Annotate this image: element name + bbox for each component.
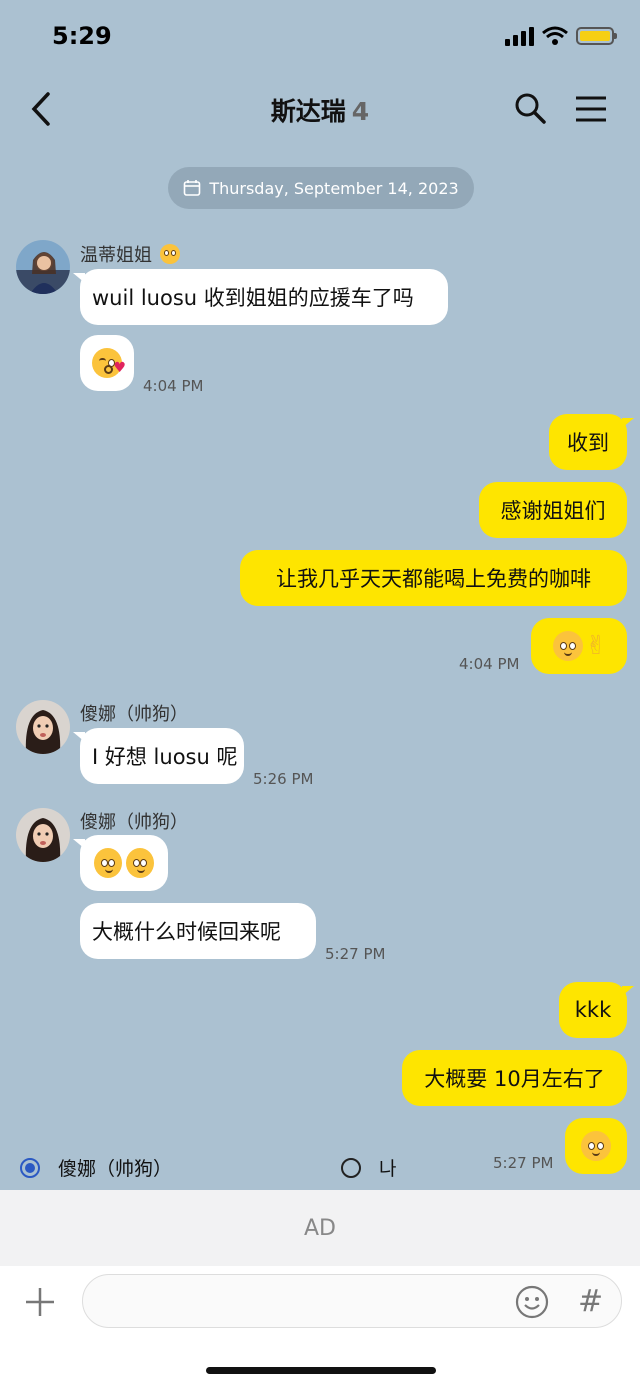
message-text: 收到 <box>567 431 609 455</box>
message-time: 5:27 PM <box>493 1154 554 1172</box>
hashtag-icon[interactable]: # <box>578 1284 603 1319</box>
radio-selected[interactable] <box>20 1157 40 1178</box>
message-text: kkk <box>574 998 612 1022</box>
avatar[interactable] <box>16 808 70 862</box>
my-message-bubble[interactable]: 收到 <box>549 414 634 470</box>
avatar[interactable] <box>16 700 70 754</box>
home-indicator[interactable] <box>206 1367 436 1374</box>
battery-icon <box>576 27 617 45</box>
my-message-bubble[interactable]: ✌ <box>531 618 627 674</box>
speaker-label: 傻娜（帅狗） <box>58 1158 173 1180</box>
message-text: 让我几乎天天都能喝上免费的咖啡 <box>276 567 591 591</box>
message-time: 4:04 PM <box>143 377 204 395</box>
message-text: I 好想 luosu 呢 <box>92 745 238 769</box>
member-count: 4 <box>351 97 370 126</box>
speaker-label: 나 <box>379 1158 397 1180</box>
ad-banner[interactable]: AD <box>0 1190 640 1266</box>
my-message-bubble[interactable]: kkk <box>559 982 634 1038</box>
my-message-bubble[interactable]: 感谢姐姐们 <box>479 482 627 538</box>
plus-icon[interactable] <box>24 1286 56 1318</box>
pleading-face-icon <box>126 848 154 878</box>
speaker-option-1[interactable]: 傻娜（帅狗） <box>20 1154 172 1181</box>
ok-hand-icon: ✌ <box>585 631 607 661</box>
message-time: 5:27 PM <box>325 945 386 963</box>
chat-name: 斯达瑞 <box>270 97 346 126</box>
date-text: Thursday, September 14, 2023 <box>209 178 459 198</box>
message-text: wuil luosu 收到姐姐的应援车了吗 <box>92 286 414 310</box>
message-text: 感谢姐姐们 <box>500 499 606 523</box>
search-icon[interactable] <box>512 90 548 126</box>
message-text: 大概什么时候回来呢 <box>92 920 281 944</box>
radio-unselected[interactable] <box>341 1157 361 1178</box>
speaker-option-2[interactable]: 나 <box>341 1154 396 1181</box>
message-bubble[interactable]: 大概什么时候回来呢 <box>80 903 316 959</box>
pleading-face-icon <box>553 631 584 661</box>
my-message-bubble[interactable]: 让我几乎天天都能喝上免费的咖啡 <box>240 550 627 606</box>
pleading-face-icon <box>94 848 122 878</box>
pleading-face-icon <box>159 244 180 264</box>
wifi-icon <box>542 26 568 45</box>
avatar[interactable] <box>16 240 70 294</box>
sender-name: 傻娜（帅狗） <box>80 704 188 725</box>
my-message-bubble[interactable] <box>565 1118 627 1174</box>
message-bubble[interactable]: wuil luosu 收到姐姐的应援车了吗 <box>73 269 448 325</box>
sender-name: 傻娜（帅狗） <box>80 812 188 833</box>
ad-label: AD <box>304 1215 336 1241</box>
message-bubble[interactable]: I 好想 luosu 呢 <box>73 728 244 784</box>
emoji-icon[interactable] <box>514 1284 550 1320</box>
my-message-bubble[interactable]: 大概要 10月左右了 <box>402 1050 627 1106</box>
message-time: 5:26 PM <box>253 770 314 788</box>
message-bubble[interactable]: ♥ <box>80 335 134 391</box>
status-icons <box>505 26 617 46</box>
kissing-face-icon: ♥ <box>92 348 126 378</box>
message-bubble[interactable] <box>73 835 168 891</box>
message-text: 大概要 10月左右了 <box>424 1067 605 1091</box>
pleading-face-icon <box>581 1131 611 1161</box>
message-time: 4:04 PM <box>459 655 520 673</box>
date-chip: Thursday, September 14, 2023 <box>168 167 474 209</box>
menu-icon[interactable] <box>574 94 608 124</box>
calendar-icon <box>184 180 201 196</box>
sender-name: 温蒂姐姐 <box>80 241 182 267</box>
signal-icon <box>505 26 534 46</box>
status-time: 5:29 <box>52 22 112 50</box>
